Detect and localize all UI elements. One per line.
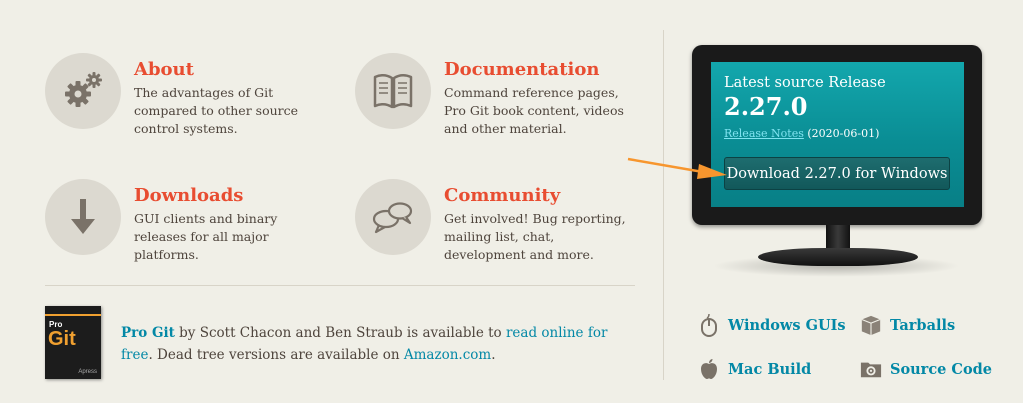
- source-code-link[interactable]: Source Code: [860, 358, 992, 380]
- release-version: 2.27.0: [724, 92, 808, 121]
- chat-bubbles-icon: [372, 202, 413, 234]
- amazon-link[interactable]: Amazon.com: [404, 347, 491, 363]
- mac-build-label: Mac Build: [728, 360, 812, 378]
- horizontal-divider: [45, 285, 635, 286]
- release-notes-line: Release Notes (2020-06-01): [724, 127, 879, 140]
- about-title[interactable]: About: [134, 59, 194, 80]
- book-cover-publisher: Apress: [78, 369, 97, 375]
- box-icon: [860, 314, 882, 336]
- windows-guis-label: Windows GUIs: [728, 316, 846, 334]
- book-cover-git: Git: [48, 328, 76, 350]
- pro-git-link[interactable]: Pro Git: [121, 325, 175, 341]
- community-icon-circle[interactable]: [355, 179, 431, 255]
- mac-build-link[interactable]: Mac Build: [698, 358, 811, 380]
- tarballs-label: Tarballs: [890, 316, 956, 334]
- downloads-description: GUI clients and binary releases for all …: [134, 211, 278, 262]
- pro-git-description: Pro Git by Scott Chacon and Ben Straub i…: [121, 322, 641, 366]
- latest-release-heading: Latest source Release: [724, 75, 886, 91]
- mouse-icon: [698, 313, 720, 337]
- pro-git-text-1: by Scott Chacon and Ben Straub is availa…: [174, 325, 506, 341]
- documentation-title[interactable]: Documentation: [444, 59, 599, 80]
- community-description: Get involved! Bug reporting, mailing lis…: [444, 211, 626, 262]
- folder-gear-icon: [860, 358, 882, 380]
- download-arrow-icon: [71, 199, 95, 234]
- apple-icon: [698, 358, 720, 380]
- downloads-title[interactable]: Downloads: [134, 185, 243, 206]
- book-cover-band: [45, 314, 101, 316]
- community-title[interactable]: Community: [444, 185, 560, 206]
- pro-git-text-2: . Dead tree versions are available on: [148, 347, 404, 363]
- release-date: (2020-06-01): [807, 127, 880, 140]
- vertical-divider: [663, 30, 664, 380]
- monitor-base: [758, 248, 918, 266]
- download-windows-button[interactable]: Download 2.27.0 for Windows: [724, 157, 950, 190]
- windows-guis-link[interactable]: Windows GUIs: [698, 313, 846, 337]
- tarballs-link[interactable]: Tarballs: [860, 314, 955, 336]
- downloads-icon-circle[interactable]: [45, 179, 121, 255]
- book-icon: [373, 74, 413, 109]
- pointer-arrow-icon: [627, 157, 727, 179]
- about-description: The advantages of Git compared to other …: [134, 85, 299, 136]
- about-icon-circle[interactable]: [45, 53, 121, 129]
- documentation-description: Command reference pages, Pro Git book co…: [444, 85, 624, 136]
- pro-git-book-cover[interactable]: Pro Git Apress: [45, 306, 101, 379]
- documentation-icon-circle[interactable]: [355, 53, 431, 129]
- pro-git-text-3: .: [491, 347, 496, 363]
- release-notes-link[interactable]: Release Notes: [724, 127, 804, 140]
- gears-icon: [65, 72, 102, 107]
- source-code-label: Source Code: [890, 360, 993, 378]
